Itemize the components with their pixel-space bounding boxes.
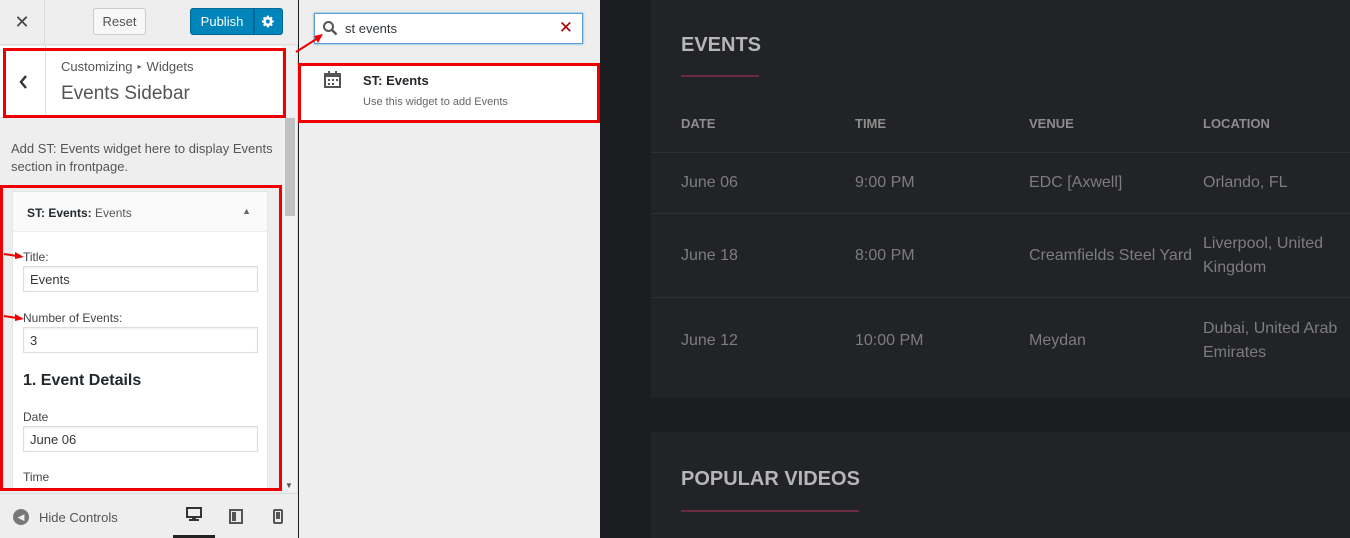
clear-search-icon[interactable]: ✕ — [559, 18, 573, 38]
preview-tablet-button[interactable] — [215, 494, 257, 538]
calendar-icon — [324, 71, 341, 88]
widget-result-description: Use this widget to add Events — [363, 96, 508, 108]
customizer-panel: ✕ Reset Publish Customizing ▸ Widgets Even… — [0, 0, 298, 538]
event-venue: Meydan — [1029, 332, 1086, 349]
event-venue: EDC [Axwell] — [1029, 174, 1123, 191]
publish-button[interactable]: Publish — [190, 8, 254, 35]
preview-mobile-button[interactable] — [257, 494, 299, 538]
column-header-time: TIME — [855, 116, 887, 131]
row-divider — [651, 297, 1350, 298]
close-customizer-button[interactable]: ✕ — [0, 0, 45, 45]
breadcrumb-parent: Customizing — [61, 59, 133, 74]
breadcrumb-current: Widgets — [146, 59, 194, 74]
hide-controls-button[interactable]: ◀ Hide Controls — [13, 509, 118, 525]
preview-desktop-button[interactable] — [173, 494, 215, 538]
collapse-left-icon: ◀ — [13, 509, 29, 525]
customizer-header: ✕ Reset Publish — [0, 0, 298, 45]
mobile-icon — [273, 509, 283, 524]
collapse-arrow-icon[interactable]: ▲ — [242, 206, 251, 216]
close-icon: ✕ — [14, 12, 30, 32]
events-widget: ST: Events: Events ▲ Title: Number of Ev… — [12, 191, 268, 491]
event-date: June 12 — [681, 332, 738, 349]
column-header-location: LOCATION — [1203, 116, 1270, 131]
time-label: Time — [23, 470, 50, 484]
events-section: EVENTS DATE TIME VENUE LOCATION June 06 … — [651, 0, 1350, 398]
popular-videos-title: POPULAR VIDEOS — [681, 468, 860, 490]
widget-search[interactable]: ✕ — [314, 13, 583, 44]
search-icon — [323, 21, 338, 36]
date-label: Date — [23, 410, 49, 424]
column-header-venue: VENUE — [1029, 116, 1074, 131]
column-header-date: DATE — [681, 116, 716, 131]
event-count-field[interactable] — [23, 327, 258, 353]
widget-instance-label: Events — [95, 206, 132, 220]
widget-type-label: ST: Events: — [27, 206, 92, 220]
available-widgets-panel: ✕ ST: Events Use this widget to add Even… — [299, 0, 600, 538]
event-time: 10:00 PM — [855, 332, 924, 349]
publish-settings-button[interactable] — [254, 8, 283, 35]
row-divider — [651, 152, 1350, 153]
date-field[interactable] — [23, 426, 258, 452]
event-date: June 06 — [681, 174, 738, 191]
event-details-heading: 1. Event Details — [23, 372, 142, 389]
section-title: Events Sidebar — [61, 83, 190, 104]
event-date: June 18 — [681, 247, 738, 264]
site-preview: EVENTS DATE TIME VENUE LOCATION June 06 … — [600, 0, 1350, 538]
chevron-left-icon — [18, 75, 27, 89]
hide-controls-label: Hide Controls — [39, 509, 118, 525]
title-underline — [681, 75, 759, 77]
breadcrumb-separator-icon: ▸ — [137, 62, 142, 71]
desktop-icon — [186, 507, 202, 521]
event-location: Dubai, United Arab Emirates — [1203, 320, 1338, 361]
title-underline — [681, 510, 859, 512]
breadcrumb: Customizing ▸ Widgets — [61, 59, 194, 74]
back-button[interactable] — [0, 46, 46, 118]
event-location: Liverpool, United Kingdom — [1203, 235, 1324, 276]
widget-result-title: ST: Events — [363, 73, 429, 88]
scrollbar[interactable]: ▼ — [283, 46, 297, 492]
section-header: Customizing ▸ Widgets Events Sidebar — [0, 46, 282, 118]
widget-result-st-events[interactable]: ST: Events Use this widget to add Events — [299, 63, 600, 122]
reset-button[interactable]: Reset — [93, 8, 146, 35]
widget-name: ST: Events: Events — [27, 206, 132, 220]
event-location: Orlando, FL — [1203, 174, 1288, 191]
title-label: Title: — [23, 250, 49, 264]
section-description: Add ST: Events widget here to display Ev… — [11, 141, 273, 174]
scroll-down-icon[interactable]: ▼ — [285, 481, 293, 490]
widget-search-input[interactable] — [345, 14, 555, 43]
row-divider — [651, 213, 1350, 214]
event-count-label: Number of Events: — [23, 311, 123, 325]
widget-title-bar[interactable]: ST: Events: Events ▲ — [13, 192, 267, 232]
title-field[interactable] — [23, 266, 258, 292]
popular-videos-section: POPULAR VIDEOS — [651, 432, 1350, 538]
events-title: EVENTS — [681, 34, 762, 56]
event-time: 8:00 PM — [855, 247, 915, 264]
event-venue: Creamfields Steel Yard — [1029, 247, 1193, 264]
gear-icon — [262, 15, 274, 28]
scroll-thumb[interactable] — [285, 118, 295, 216]
customizer-footer: ◀ Hide Controls — [0, 493, 298, 538]
event-time: 9:00 PM — [855, 174, 915, 191]
tablet-icon — [229, 509, 243, 524]
